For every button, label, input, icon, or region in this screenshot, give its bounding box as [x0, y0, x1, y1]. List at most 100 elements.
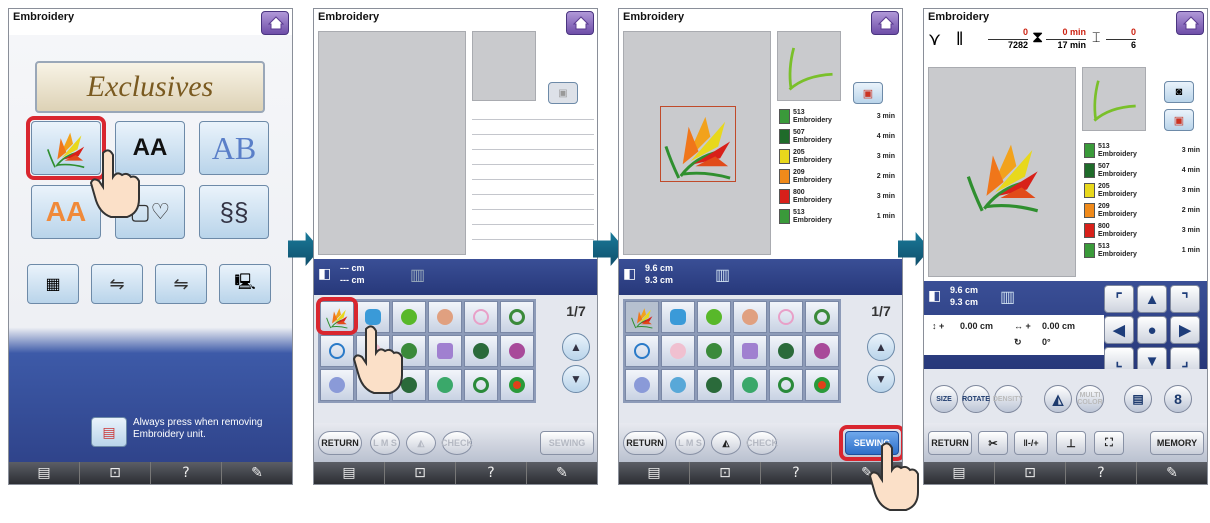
settings-button[interactable]: ✎: [1137, 462, 1207, 484]
multicolor-button[interactable]: MULTI COLOR: [1076, 385, 1104, 413]
machine-memory-button[interactable]: ▦: [27, 264, 79, 304]
thread-color-button[interactable]: ▣: [548, 82, 578, 104]
pattern-cell[interactable]: [769, 335, 803, 367]
unit-release-button[interactable]: ▤: [91, 417, 127, 447]
settings-button[interactable]: ✎: [222, 462, 292, 484]
camera-button[interactable]: ◙: [1164, 81, 1194, 103]
manual-button[interactable]: ▤: [619, 462, 690, 484]
scroll-up-button[interactable]: ▲: [562, 333, 590, 361]
home-button[interactable]: [1176, 11, 1204, 35]
color-list-item[interactable]: 513 Embroidery 3 min: [1084, 143, 1200, 161]
pattern-cell[interactable]: [464, 369, 498, 401]
pattern-cell[interactable]: [625, 335, 659, 367]
pattern-cell[interactable]: [733, 301, 767, 333]
return-button[interactable]: RETURN: [623, 431, 667, 455]
move-up-button[interactable]: ▲: [1137, 285, 1167, 313]
pattern-cell[interactable]: [697, 301, 731, 333]
color-list-item[interactable]: 507 Embroidery 4 min: [1084, 163, 1200, 181]
manual-button[interactable]: ▤: [924, 462, 995, 484]
thread-color-button[interactable]: ▣: [853, 82, 883, 104]
return-button[interactable]: RETURN: [928, 431, 972, 455]
move-left-button[interactable]: ◀: [1104, 316, 1134, 344]
pattern-cell[interactable]: [428, 335, 462, 367]
home-button[interactable]: [871, 11, 899, 35]
pattern-cell[interactable]: [697, 335, 731, 367]
machine-button[interactable]: ⊡: [80, 462, 151, 484]
help-button[interactable]: ?: [456, 462, 527, 484]
spool-button[interactable]: ▤: [1124, 385, 1152, 413]
pattern-cell[interactable]: [733, 369, 767, 401]
start-point-button[interactable]: ⊥: [1056, 431, 1086, 455]
pattern-cell[interactable]: [805, 369, 839, 401]
move-up-left-button[interactable]: ⌜: [1104, 285, 1134, 313]
density-button[interactable]: DENSITY: [993, 385, 1023, 413]
machine-button[interactable]: ⊡: [995, 462, 1066, 484]
rotate-button[interactable]: ROTATE: [962, 385, 990, 413]
color-list-item[interactable]: 513 Embroidery 1 min: [779, 209, 895, 227]
pattern-cell[interactable]: [500, 369, 534, 401]
manual-button[interactable]: ▤: [314, 462, 385, 484]
color-list-item[interactable]: 205 Embroidery 3 min: [779, 149, 895, 167]
check-button[interactable]: CHECK: [441, 431, 473, 455]
color-list-item[interactable]: 800 Embroidery 3 min: [779, 189, 895, 207]
color-list-item[interactable]: 507 Embroidery 4 min: [779, 129, 895, 147]
color-list-item[interactable]: 513 Embroidery 1 min: [1084, 243, 1200, 261]
scroll-down-button[interactable]: ▼: [867, 365, 895, 393]
sewing-button[interactable]: SEWING: [540, 431, 594, 455]
settings-button[interactable]: ✎: [527, 462, 597, 484]
machine-button[interactable]: ⊡: [385, 462, 456, 484]
pattern-cell-selected[interactable]: [625, 301, 659, 333]
thread-cut-button[interactable]: ✂: [978, 431, 1008, 455]
pattern-cell[interactable]: [661, 335, 695, 367]
color-list-item[interactable]: 800 Embroidery 3 min: [1084, 223, 1200, 241]
trial-button[interactable]: ⛶: [1094, 431, 1124, 455]
thread-color-button[interactable]: ▣: [1164, 109, 1194, 131]
border-stitch-button[interactable]: 8: [1164, 385, 1192, 413]
home-button[interactable]: [566, 11, 594, 35]
pattern-cell[interactable]: [625, 369, 659, 401]
pattern-cell[interactable]: [500, 301, 534, 333]
tension-button[interactable]: ‖-/+: [1014, 431, 1048, 455]
mirror-button[interactable]: ◭: [711, 431, 741, 455]
pattern-cell[interactable]: [805, 335, 839, 367]
color-list-item[interactable]: 209 Embroidery 2 min: [779, 169, 895, 187]
return-button[interactable]: RETURN: [318, 431, 362, 455]
pattern-cell[interactable]: [320, 369, 354, 401]
color-list-item[interactable]: 205 Embroidery 3 min: [1084, 183, 1200, 201]
usb-mouse-button[interactable]: ⇋: [155, 264, 207, 304]
pattern-cell[interactable]: [428, 369, 462, 401]
pattern-cell[interactable]: [769, 301, 803, 333]
border-button[interactable]: §§: [199, 185, 269, 239]
usb-button[interactable]: ⇋: [91, 264, 143, 304]
mirror-button[interactable]: ◭: [1044, 385, 1072, 413]
lms-button[interactable]: L M S: [675, 431, 705, 455]
pattern-cell[interactable]: [661, 301, 695, 333]
help-button[interactable]: ?: [151, 462, 222, 484]
size-button[interactable]: SIZE: [930, 385, 958, 413]
pattern-cell[interactable]: [805, 301, 839, 333]
pattern-cell[interactable]: [769, 369, 803, 401]
pattern-cell[interactable]: [697, 369, 731, 401]
pattern-cell[interactable]: [733, 335, 767, 367]
exclusives-button[interactable]: Exclusives: [35, 61, 265, 113]
memory-button[interactable]: MEMORY: [1150, 431, 1204, 455]
pattern-cell[interactable]: [661, 369, 695, 401]
manual-button[interactable]: ▤: [9, 462, 80, 484]
scroll-up-button[interactable]: ▲: [867, 333, 895, 361]
move-up-right-button[interactable]: ⌝: [1170, 285, 1200, 313]
move-right-button[interactable]: ▶: [1170, 316, 1200, 344]
mirror-button[interactable]: ◭: [406, 431, 436, 455]
scroll-down-button[interactable]: ▼: [562, 365, 590, 393]
home-button[interactable]: [261, 11, 289, 35]
pattern-cell[interactable]: [464, 301, 498, 333]
color-list-item[interactable]: 513 Embroidery 3 min: [779, 109, 895, 127]
help-button[interactable]: ?: [761, 462, 832, 484]
machine-button[interactable]: ⊡: [690, 462, 761, 484]
pattern-cell[interactable]: [320, 335, 354, 367]
pattern-cell[interactable]: [500, 335, 534, 367]
help-button[interactable]: ?: [1066, 462, 1137, 484]
color-list-item[interactable]: 209 Embroidery 2 min: [1084, 203, 1200, 221]
font-button-2[interactable]: AB: [199, 121, 269, 175]
lms-button[interactable]: L M S: [370, 431, 400, 455]
computer-button[interactable]: 🖳: [219, 264, 271, 304]
